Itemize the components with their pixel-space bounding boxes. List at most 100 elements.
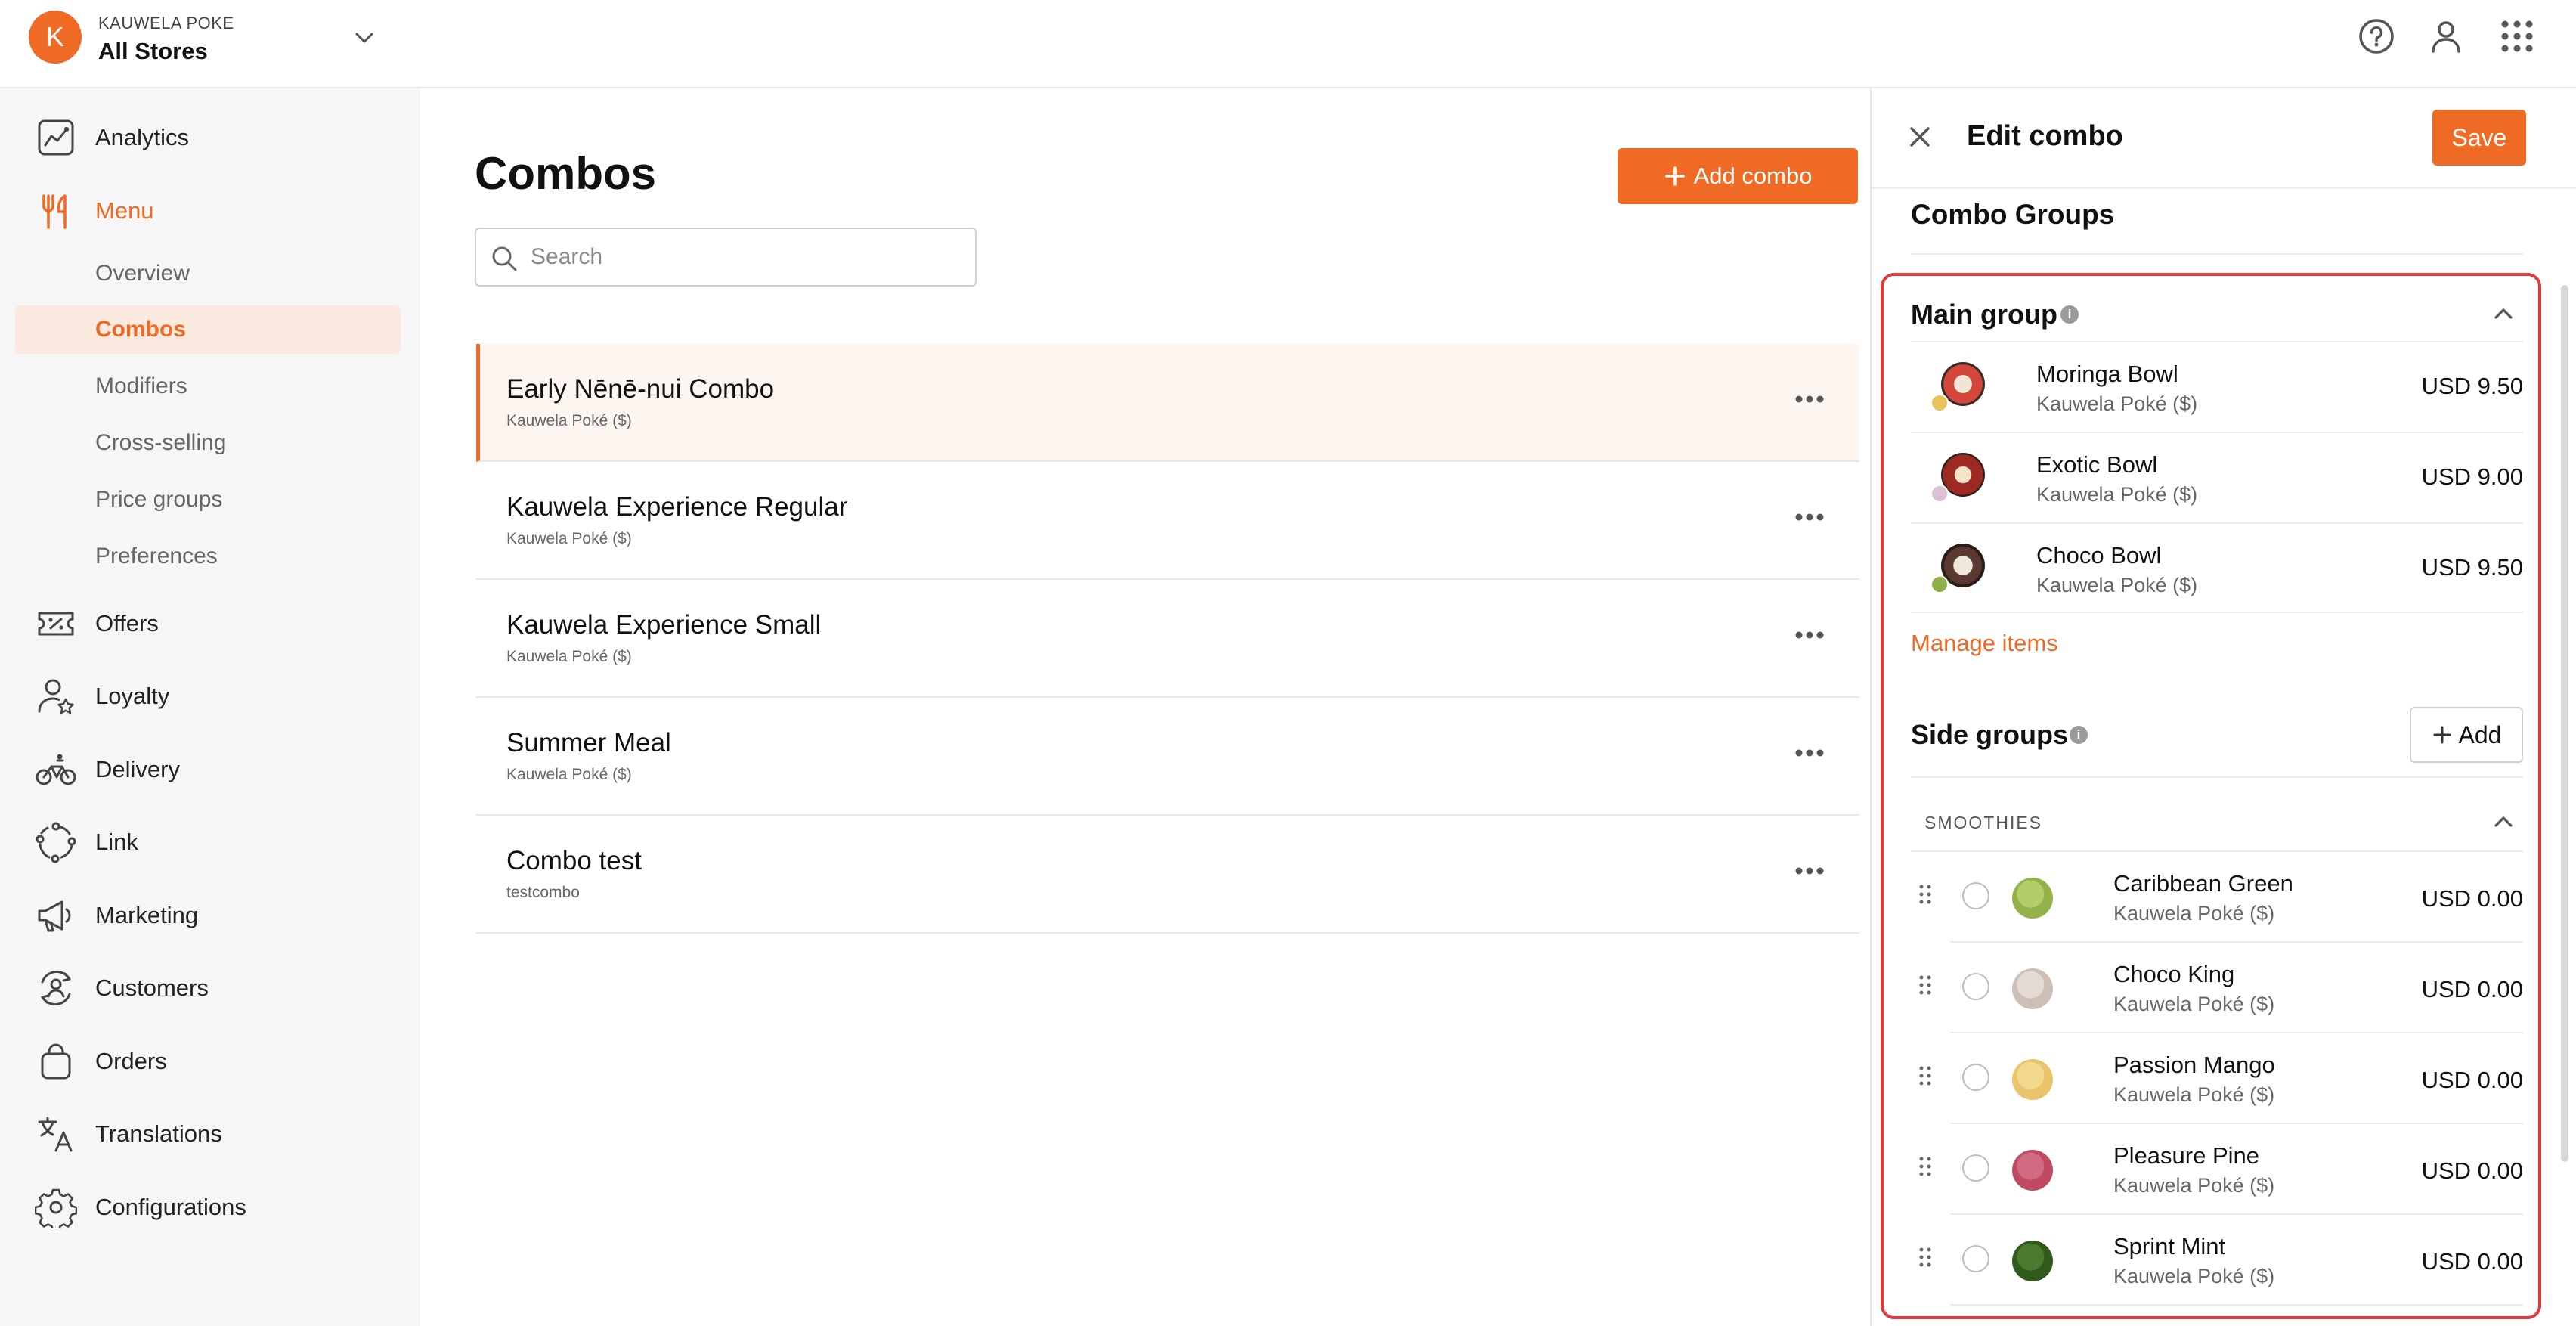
- search-field[interactable]: [475, 228, 977, 287]
- search-input[interactable]: [531, 229, 961, 285]
- sidebar-item-label: Analytics: [95, 124, 190, 150]
- item-price: USD 9.50: [2421, 373, 2523, 399]
- side-group-item[interactable]: Sprint Mint Kauwela Poké ($) USD 0.00: [1950, 1215, 2523, 1306]
- store-selector-label[interactable]: All Stores: [98, 38, 208, 65]
- main-group-item[interactable]: Moringa Bowl Kauwela Poké ($) USD 9.50: [1911, 341, 2523, 432]
- sidebar-item-label: Orders: [95, 1048, 167, 1074]
- add-combo-button[interactable]: Add combo: [1618, 148, 1858, 204]
- top-bar: K KAUWELA POKE All Stores: [0, 0, 2576, 88]
- fork-knife-icon: [42, 194, 67, 229]
- sidebar-item-configurations[interactable]: Configurations: [0, 1177, 420, 1238]
- combo-row[interactable]: Summer Meal Kauwela Poké ($): [476, 698, 1859, 816]
- sidebar-subitem-preferences[interactable]: Preferences: [15, 532, 401, 581]
- megaphone-icon: [38, 900, 71, 932]
- offers-icon: [38, 612, 74, 636]
- combo-row[interactable]: Early Nēnē-nui Combo Kauwela Poké ($): [476, 344, 1859, 462]
- side-group-item[interactable]: Pleasure Pine Kauwela Poké ($) USD 0.00: [1950, 1124, 2523, 1215]
- info-icon[interactable]: i: [2070, 726, 2088, 744]
- combo-row[interactable]: Kauwela Experience Small Kauwela Poké ($…: [476, 580, 1859, 698]
- more-options-icon[interactable]: [1791, 742, 1828, 764]
- sidebar-item-analytics[interactable]: Analytics: [0, 107, 420, 168]
- drag-handle-icon[interactable]: [1918, 1156, 1932, 1177]
- sidebar-item-orders[interactable]: Orders: [0, 1031, 420, 1092]
- sidebar-subitem-label: Combos: [95, 317, 186, 342]
- item-color-dot: [1930, 394, 1949, 412]
- sidebar-subitem-overview[interactable]: Overview: [15, 249, 401, 298]
- item-price: USD 0.00: [2421, 1067, 2523, 1093]
- item-color-dot: [1930, 485, 1949, 503]
- panel-title: Edit combo: [1967, 120, 2123, 152]
- item-subtitle: Kauwela Poké ($): [2113, 1174, 2275, 1197]
- drag-handle-icon[interactable]: [1918, 884, 1932, 905]
- item-name: Choco King: [2113, 961, 2235, 987]
- sidebar-item-loyalty[interactable]: Loyalty: [0, 666, 420, 727]
- drag-handle-icon[interactable]: [1918, 1065, 1932, 1086]
- combo-row[interactable]: Kauwela Experience Regular Kauwela Poké …: [476, 462, 1859, 580]
- more-options-icon[interactable]: [1791, 506, 1828, 528]
- panel-scrollbar-thumb[interactable]: [2561, 285, 2568, 1162]
- info-icon[interactable]: i: [2060, 305, 2079, 324]
- sidebar-item-link[interactable]: Link: [0, 812, 420, 872]
- translate-icon: [38, 1117, 73, 1152]
- bag-icon: [41, 1043, 71, 1080]
- combo-row[interactable]: Combo test testcombo: [476, 816, 1859, 934]
- sidebar-item-menu[interactable]: Menu: [0, 181, 420, 241]
- main-group-item[interactable]: Choco Bowl Kauwela Poké ($) USD 9.50: [1911, 522, 2523, 613]
- sidebar-item-translations[interactable]: Translations: [0, 1104, 420, 1164]
- sidebar-subitem-combos[interactable]: Combos: [15, 305, 401, 354]
- sidebar-subitem-price-groups[interactable]: Price groups: [15, 476, 401, 524]
- sidebar-item-marketing[interactable]: Marketing: [0, 885, 420, 946]
- item-price: USD 9.00: [2421, 463, 2523, 490]
- side-group-item[interactable]: Passion Mango Kauwela Poké ($) USD 0.00: [1950, 1033, 2523, 1124]
- plus-icon: [2433, 726, 2451, 744]
- sidebar-subitem-modifiers[interactable]: Modifiers: [15, 362, 401, 411]
- sidebar-item-offers[interactable]: Offers: [0, 593, 420, 654]
- sidebar-subitem-label: Modifiers: [95, 373, 187, 398]
- sidebar-item-label: Configurations: [95, 1194, 246, 1220]
- item-subtitle: Kauwela Poké ($): [2113, 1265, 2275, 1287]
- chevron-up-icon[interactable]: [2490, 300, 2517, 327]
- side-group-category: SMOOTHIES: [1924, 813, 2043, 832]
- divider: [1911, 776, 2523, 778]
- sidebar-item-label: Offers: [95, 610, 159, 637]
- combo-subtitle: Kauwela Poké ($): [506, 530, 632, 547]
- item-name: Passion Mango: [2113, 1052, 2275, 1078]
- item-subtitle: Kauwela Poké ($): [2036, 574, 2198, 596]
- customers-icon: [41, 970, 71, 1006]
- side-group-item[interactable]: Caribbean Green Kauwela Poké ($) USD 0.0…: [1950, 852, 2523, 943]
- add-side-group-button[interactable]: Add: [2410, 707, 2523, 763]
- side-groups-title: Side groups: [1911, 719, 2069, 750]
- item-price: USD 9.50: [2421, 554, 2523, 581]
- main-group-item[interactable]: Exotic Bowl Kauwela Poké ($) USD 9.00: [1911, 432, 2523, 522]
- sidebar-item-customers[interactable]: Customers: [0, 958, 420, 1018]
- item-thumbnail: [2012, 1241, 2053, 1281]
- add-combo-label: Add combo: [1693, 163, 1813, 189]
- manage-items-link[interactable]: Manage items: [1911, 630, 2058, 657]
- item-price: USD 0.00: [2421, 1157, 2523, 1184]
- chevron-down-icon[interactable]: [349, 23, 379, 53]
- add-label: Add: [2458, 720, 2502, 748]
- save-button[interactable]: Save: [2432, 110, 2526, 166]
- more-options-icon[interactable]: [1791, 624, 1828, 646]
- org-avatar[interactable]: K: [29, 11, 82, 64]
- drag-handle-icon[interactable]: [1918, 1247, 1932, 1268]
- more-options-icon[interactable]: [1791, 388, 1828, 411]
- item-name: Sprint Mint: [2113, 1233, 2226, 1259]
- sidebar-item-delivery[interactable]: Delivery: [0, 739, 420, 800]
- item-subtitle: Kauwela Poké ($): [2113, 1083, 2275, 1106]
- chevron-up-icon[interactable]: [2490, 808, 2517, 835]
- sidebar-item-label: Loyalty: [95, 683, 170, 709]
- sidebar-subitem-cross-selling[interactable]: Cross-selling: [15, 419, 401, 467]
- apps-grid-icon[interactable]: [2497, 17, 2537, 56]
- item-color-dot: [1930, 575, 1949, 593]
- more-options-icon[interactable]: [1791, 860, 1828, 882]
- user-icon[interactable]: [2426, 17, 2466, 56]
- close-icon[interactable]: [1905, 122, 1935, 152]
- item-price: USD 0.00: [2421, 976, 2523, 1002]
- help-icon[interactable]: [2357, 17, 2396, 56]
- combo-name: Early Nēnē-nui Combo: [506, 374, 775, 404]
- drag-handle-icon[interactable]: [1918, 974, 1932, 996]
- link-icon: [36, 822, 76, 863]
- side-group-item[interactable]: Choco King Kauwela Poké ($) USD 0.00: [1950, 943, 2523, 1033]
- combo-subtitle: Kauwela Poké ($): [506, 412, 632, 429]
